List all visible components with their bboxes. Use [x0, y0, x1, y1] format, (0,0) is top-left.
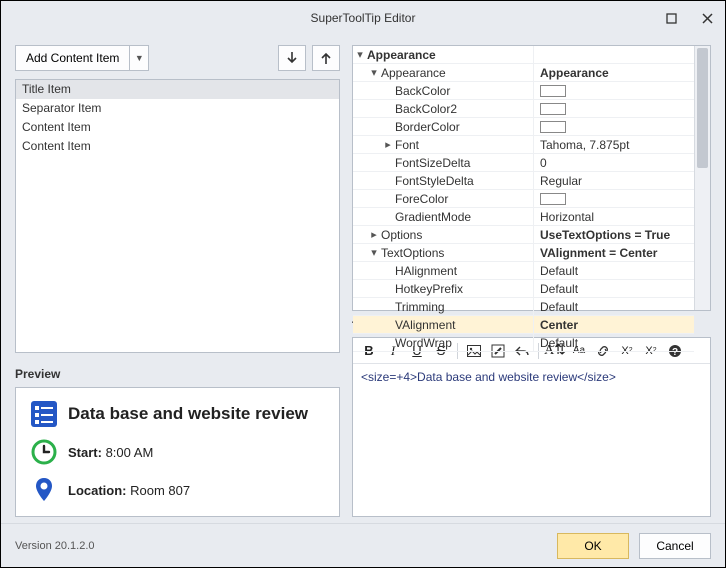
- property-value[interactable]: Default: [533, 280, 694, 297]
- property-row[interactable]: ▾TextOptionsVAlignment = Center: [353, 244, 694, 262]
- scrollbar[interactable]: [694, 46, 710, 310]
- list-item[interactable]: Content Item: [16, 137, 339, 156]
- property-value[interactable]: UseTextOptions = True: [533, 226, 694, 243]
- property-row[interactable]: WordWrapDefault: [353, 334, 694, 352]
- property-name: TextOptions: [381, 246, 533, 260]
- property-name: BackColor2: [395, 102, 533, 116]
- maximize-button[interactable]: [653, 1, 689, 35]
- property-row[interactable]: HAlignmentDefault: [353, 262, 694, 280]
- property-value[interactable]: Appearance: [533, 64, 694, 81]
- color-swatch[interactable]: [540, 85, 566, 97]
- add-content-item-button[interactable]: Add Content Item ▼: [15, 45, 149, 71]
- version-label: Version 20.1.2.0: [15, 540, 95, 552]
- property-name: Appearance: [381, 66, 533, 80]
- property-name: FontSizeDelta: [395, 156, 533, 170]
- property-name: VAlignment: [395, 318, 533, 332]
- property-value[interactable]: [533, 190, 694, 207]
- property-row[interactable]: BackColor: [353, 82, 694, 100]
- property-name: ForeColor: [395, 192, 533, 206]
- expand-toggle[interactable]: ▾: [367, 66, 381, 79]
- property-value[interactable]: Regular: [533, 172, 694, 189]
- preview-start: Start: 8:00 AM: [68, 445, 153, 460]
- expand-toggle[interactable]: ▸: [381, 138, 395, 151]
- property-row[interactable]: FontStyleDeltaRegular: [353, 172, 694, 190]
- preview-panel: Data base and website review Start: 8:00…: [15, 387, 340, 517]
- property-name: FontStyleDelta: [395, 174, 533, 188]
- property-value[interactable]: [533, 46, 694, 63]
- property-row[interactable]: ForeColor: [353, 190, 694, 208]
- property-value[interactable]: 0: [533, 154, 694, 171]
- preview-label: Preview: [15, 367, 340, 381]
- property-row[interactable]: ▾Appearance: [353, 46, 694, 64]
- property-row[interactable]: FontSizeDelta0: [353, 154, 694, 172]
- property-value[interactable]: Horizontal: [533, 208, 694, 225]
- list-item[interactable]: Title Item: [16, 80, 339, 99]
- preview-location: Location: Room 807: [68, 483, 190, 498]
- expand-toggle[interactable]: ▾: [353, 48, 367, 61]
- property-row[interactable]: BackColor2: [353, 100, 694, 118]
- scrollbar-thumb[interactable]: [697, 48, 708, 168]
- location-icon: [30, 476, 58, 504]
- preview-title: Data base and website review: [68, 404, 308, 424]
- clock-icon: [30, 438, 58, 466]
- text-editor: B I U S A⇅ Aa X2 X2 ? <size=+4>Data b: [352, 337, 711, 517]
- titlebar: SuperToolTip Editor: [1, 1, 725, 35]
- property-row[interactable]: GradientModeHorizontal: [353, 208, 694, 226]
- property-name: Appearance: [367, 48, 533, 62]
- window-title: SuperToolTip Editor: [311, 11, 416, 25]
- dropdown-arrow-icon[interactable]: ▼: [130, 46, 148, 70]
- property-grid[interactable]: ▾Appearance▾AppearanceAppearanceBackColo…: [352, 45, 711, 311]
- color-swatch[interactable]: [540, 103, 566, 115]
- property-name: Font: [395, 138, 533, 152]
- expand-toggle[interactable]: ▾: [367, 246, 381, 259]
- property-row[interactable]: HotkeyPrefixDefault: [353, 280, 694, 298]
- property-name: GradientMode: [395, 210, 533, 224]
- property-value[interactable]: Tahoma, 7.875pt: [533, 136, 694, 153]
- property-row[interactable]: VAlignmentCenter: [353, 316, 694, 334]
- property-value[interactable]: Center: [533, 316, 694, 333]
- property-value[interactable]: Default: [533, 298, 694, 315]
- ok-button[interactable]: OK: [557, 533, 629, 559]
- move-up-button[interactable]: [312, 45, 340, 71]
- property-name: HAlignment: [395, 264, 533, 278]
- property-row[interactable]: ▸OptionsUseTextOptions = True: [353, 226, 694, 244]
- close-button[interactable]: [689, 1, 725, 35]
- property-name: BorderColor: [395, 120, 533, 134]
- property-row[interactable]: ▸FontTahoma, 7.875pt: [353, 136, 694, 154]
- property-value[interactable]: [533, 118, 694, 135]
- property-name: BackColor: [395, 84, 533, 98]
- property-row[interactable]: BorderColor: [353, 118, 694, 136]
- list-item[interactable]: Content Item: [16, 118, 339, 137]
- property-value[interactable]: Default: [533, 334, 694, 351]
- cancel-button[interactable]: Cancel: [639, 533, 711, 559]
- property-value[interactable]: [533, 82, 694, 99]
- property-name: WordWrap: [395, 336, 533, 350]
- property-row[interactable]: TrimmingDefault: [353, 298, 694, 316]
- content-items-list[interactable]: Title ItemSeparator ItemContent ItemCont…: [15, 79, 340, 353]
- text-input[interactable]: <size=+4>Data base and website review</s…: [353, 364, 710, 516]
- property-row[interactable]: ▾AppearanceAppearance: [353, 64, 694, 82]
- property-name: Trimming: [395, 300, 533, 314]
- color-swatch[interactable]: [540, 121, 566, 133]
- property-value[interactable]: Default: [533, 262, 694, 279]
- property-value[interactable]: [533, 100, 694, 117]
- move-down-button[interactable]: [278, 45, 306, 71]
- list-item[interactable]: Separator Item: [16, 99, 339, 118]
- list-icon: [30, 400, 58, 428]
- color-swatch[interactable]: [540, 193, 566, 205]
- expand-toggle[interactable]: ▸: [367, 228, 381, 241]
- property-name: HotkeyPrefix: [395, 282, 533, 296]
- property-value[interactable]: VAlignment = Center: [533, 244, 694, 261]
- property-name: Options: [381, 228, 533, 242]
